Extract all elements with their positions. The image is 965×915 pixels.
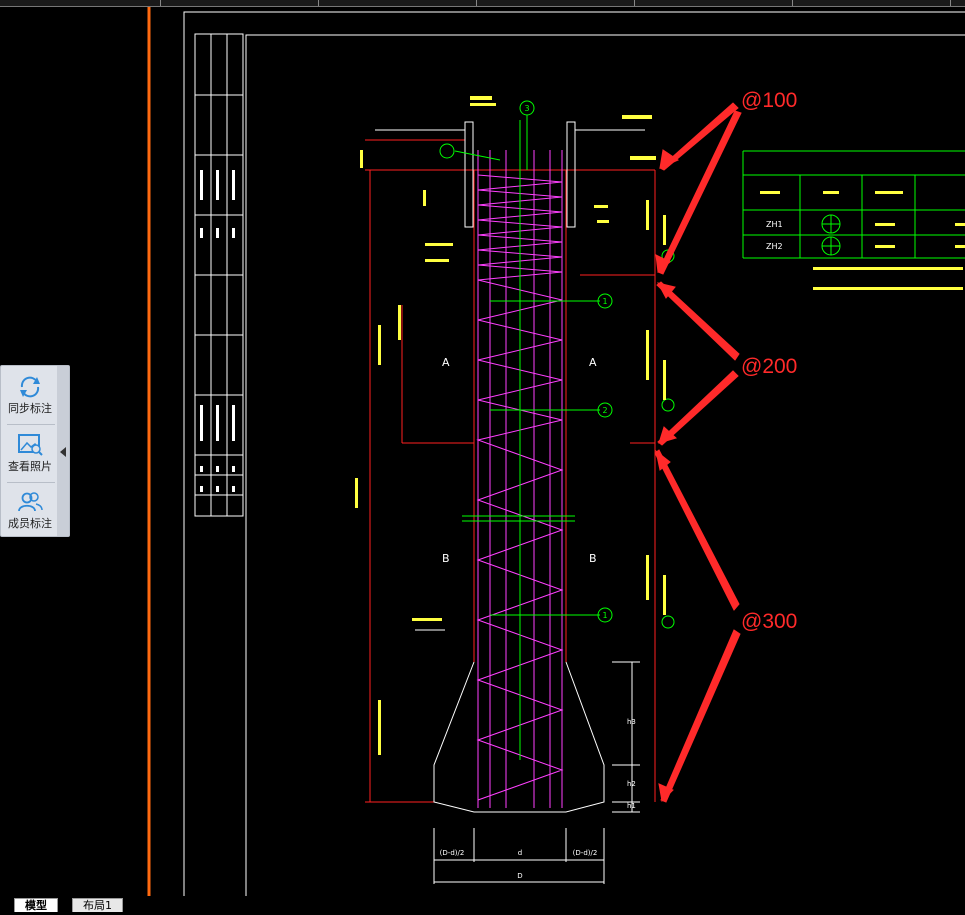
annotation-spacing-200: @200: [741, 355, 798, 378]
callout-label-3: 3: [524, 104, 529, 113]
view-photo-button[interactable]: 查看照片: [3, 426, 57, 482]
annotation-spacing-100: @100: [741, 89, 798, 112]
rebar-green-lines: [454, 115, 600, 760]
table-row-label-zh1: ZH1: [766, 220, 783, 229]
callout-circle-a: [439, 143, 455, 159]
title-strip-table: [194, 33, 244, 517]
section-mark-a-left: A: [442, 356, 450, 369]
photo-search-icon: [18, 434, 43, 456]
dim-label-h1: h1: [627, 802, 636, 810]
pile-outline: [365, 139, 656, 803]
sheet-inner-border: [245, 34, 965, 903]
dim-label-right: (D-d)/2: [573, 849, 598, 857]
dim-label-h2: h2: [627, 780, 636, 788]
dim-label-center: d: [518, 849, 522, 857]
callout-label-2: 2: [602, 406, 607, 415]
tab-model[interactable]: 模型: [14, 898, 58, 912]
callout-label-1b: 1: [602, 611, 607, 620]
member-annotation-label: 成员标注: [8, 517, 52, 530]
pile-bell-base: [375, 129, 645, 884]
view-photo-label: 查看照片: [8, 460, 52, 473]
side-tool-panel: 同步标注 查看照片 成员标注: [0, 365, 70, 537]
layout-tab-bar: 模型 布局1: [0, 896, 965, 912]
sync-annotation-label: 同步标注: [8, 402, 52, 415]
table-row-label-zh2: ZH2: [766, 242, 783, 251]
panel-collapse-toggle[interactable]: [57, 366, 69, 536]
dim-label-bottom: D: [517, 872, 522, 880]
annotation-arrows: [654, 102, 742, 803]
callout-circle-r2: [661, 398, 675, 412]
drawing-svg: A A B B 1 2 1 3 (D-d)/2 d (D-d)/2 D h1 h…: [147, 6, 965, 911]
dim-label-left: (D-d)/2: [440, 849, 465, 857]
section-mark-b-left: B: [442, 552, 450, 565]
section-mark-a-right: A: [589, 356, 597, 369]
tab-layout1[interactable]: 布局1: [72, 898, 123, 912]
dim-label-h3: h3: [627, 718, 636, 726]
annotation-spacing-300: @300: [741, 610, 798, 633]
title-strip-marks: [200, 170, 235, 492]
note-text-blocks: [355, 96, 963, 755]
callout-label-1a: 1: [602, 297, 607, 306]
callout-circle-r3: [661, 615, 675, 629]
sync-icon: [20, 376, 40, 398]
side-panel-divider: [7, 424, 55, 425]
member-annotation-button[interactable]: 成员标注: [3, 483, 57, 539]
cad-drawing-canvas[interactable]: A A B B 1 2 1 3 (D-d)/2 d (D-d)/2 D h1 h…: [0, 0, 965, 911]
sync-annotation-button[interactable]: 同步标注: [3, 368, 57, 424]
section-mark-b-right: B: [589, 552, 597, 565]
members-icon: [18, 492, 43, 512]
top-ruler: [0, 0, 965, 7]
